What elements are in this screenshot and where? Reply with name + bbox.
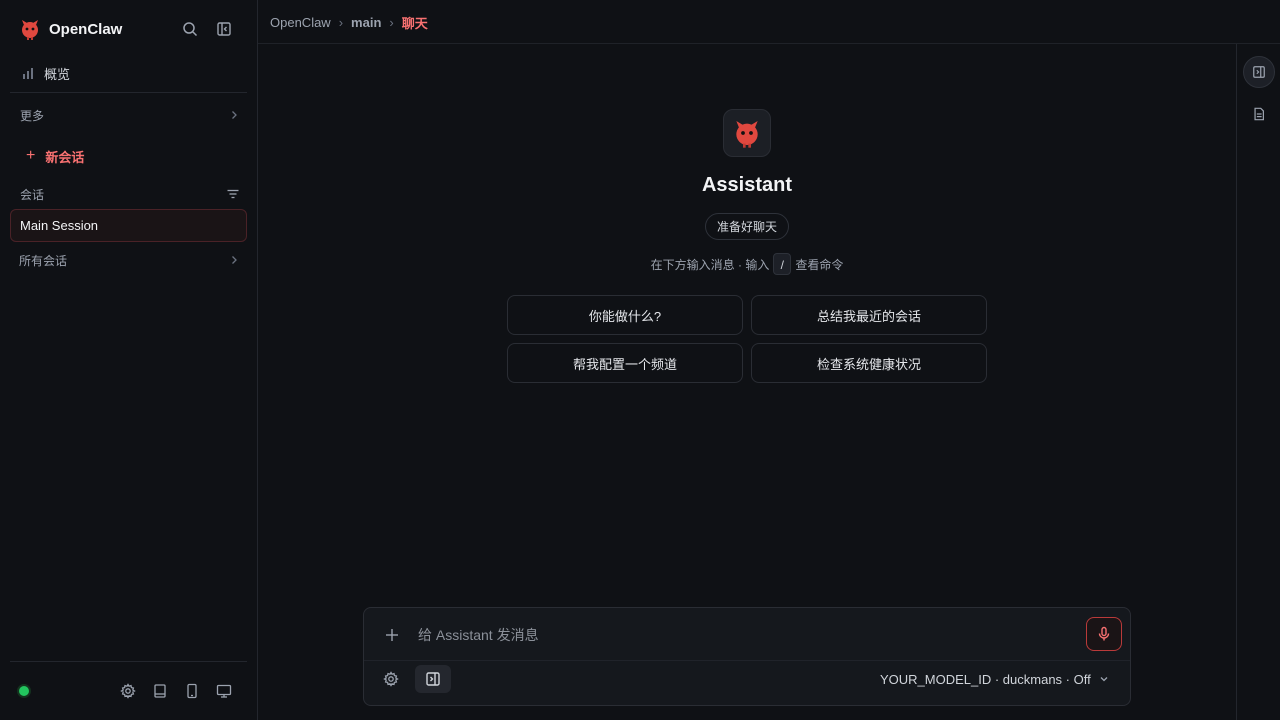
all-sessions-label: 所有会话 [19, 253, 68, 268]
nav-overview[interactable]: 概览 [20, 62, 70, 84]
more-section[interactable]: 更多 [20, 105, 240, 125]
chevron-right-icon [228, 109, 240, 121]
sidebar-divider [10, 92, 247, 93]
tablet-icon[interactable] [183, 682, 201, 700]
suggestion-button[interactable]: 检查系统健康状况 [751, 343, 987, 383]
panel-icon [426, 672, 440, 686]
attach-plus-icon[interactable] [382, 625, 402, 645]
model-label: YOUR_MODEL_ID · duckmans · Off [880, 671, 1091, 687]
session-label: Main Session [20, 218, 99, 233]
sessions-header: 会话 [20, 184, 240, 204]
hint-text-after: 查看命令 [795, 257, 844, 272]
composer: YOUR_MODEL_ID · duckmans · Off [363, 607, 1131, 706]
plus-icon: + [26, 147, 36, 164]
new-chat-button[interactable]: + 新会话 [26, 146, 84, 166]
document-icon[interactable] [1243, 98, 1275, 130]
monitor-icon[interactable] [215, 682, 233, 700]
status-indicator [19, 686, 29, 696]
composer-divider [364, 660, 1130, 661]
bar-chart-icon [20, 65, 36, 81]
breadcrumb-root[interactable]: OpenClaw [270, 15, 331, 30]
search-icon[interactable] [178, 17, 202, 41]
brand-name: OpenClaw [49, 20, 123, 38]
suggestion-button[interactable]: 帮我配置一个频道 [507, 343, 743, 383]
sidebar-footer-divider [10, 661, 247, 662]
panel-icon[interactable] [1243, 56, 1275, 88]
nav-overview-label: 概览 [44, 66, 71, 82]
sidebar-toggle-icon[interactable] [212, 17, 236, 41]
breadcrumb-separator: › [389, 15, 394, 30]
gear-icon[interactable] [381, 669, 401, 689]
breadcrumb-agent[interactable]: main [351, 15, 381, 30]
hint-key: / [773, 253, 792, 275]
new-chat-label: 新会话 [45, 149, 85, 165]
assistant-avatar [723, 109, 771, 157]
breadcrumb: OpenClaw › main › 聊天 [270, 13, 428, 32]
top-bar: OpenClaw › main › 聊天 [258, 0, 1280, 44]
input-hint: 在下方输入消息 · 输入 / 查看命令 [600, 253, 894, 275]
all-sessions-link[interactable]: 所有会话 [19, 250, 240, 270]
breadcrumb-current: 聊天 [401, 16, 428, 31]
hint-text-before: 在下方输入消息 · 输入 [650, 257, 770, 272]
suggestion-button[interactable]: 总结我最近的会话 [751, 295, 987, 335]
mic-button[interactable] [1086, 617, 1122, 651]
claw-logo-icon [18, 17, 42, 41]
sidebar: OpenClaw 概览 更多 + 新会话 会话 Main Session 所有会… [0, 0, 258, 720]
right-rail [1236, 44, 1280, 720]
filter-icon[interactable] [226, 187, 240, 201]
status-badge: 准备好聊天 [705, 213, 789, 240]
more-label: 更多 [20, 108, 45, 123]
mic-icon [1098, 626, 1110, 641]
session-item-main[interactable]: Main Session [10, 209, 247, 242]
brand[interactable]: OpenClaw [18, 17, 122, 41]
sessions-label: 会话 [20, 187, 45, 202]
gear-icon[interactable] [119, 682, 137, 700]
chevron-down-icon [1099, 674, 1109, 684]
chevron-right-icon [228, 254, 240, 266]
message-input[interactable] [418, 621, 1078, 649]
claw-logo-icon [736, 121, 758, 148]
breadcrumb-separator: › [338, 15, 344, 30]
panel-toggle-button[interactable] [415, 665, 451, 693]
suggestion-button[interactable]: 你能做什么? [507, 295, 743, 335]
assistant-name: Assistant [701, 174, 793, 196]
model-selector[interactable]: YOUR_MODEL_ID · duckmans · Off [880, 669, 1109, 689]
book-icon[interactable] [151, 682, 169, 700]
